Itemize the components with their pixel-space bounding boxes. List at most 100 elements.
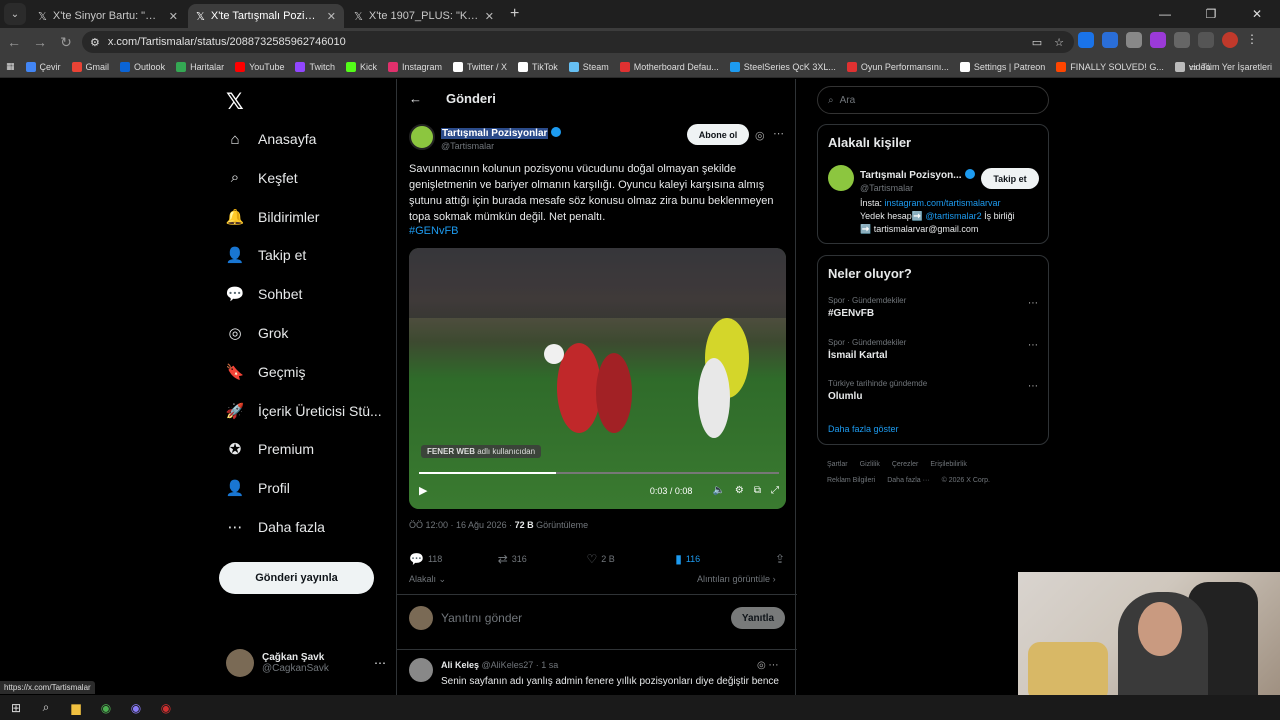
- hashtag-link[interactable]: #GENvFB: [409, 225, 459, 237]
- bookmark-item[interactable]: SteelSeries QcK 3XL...: [729, 61, 836, 72]
- back-arrow-icon[interactable]: ←: [409, 91, 422, 106]
- bookmark-item[interactable]: TikTok: [518, 61, 558, 72]
- extension-icon[interactable]: [1078, 32, 1094, 48]
- tab-search-icon[interactable]: ⌄: [4, 3, 26, 25]
- bookmark-item[interactable]: Motherboard Defau...: [619, 61, 719, 72]
- post-timestamp[interactable]: ÖÖ 12:00 · 16 Ağu 2026 ·: [409, 520, 515, 530]
- post-button[interactable]: Gönderi yayınla: [219, 562, 374, 594]
- chrome-icon[interactable]: ◉: [98, 700, 114, 716]
- repost-button[interactable]: ⇄ 316: [498, 552, 587, 566]
- trend-item[interactable]: Spor · Gündemdekiler #GENvFB ⋯: [828, 296, 1038, 319]
- bookmark-item[interactable]: Gmail: [71, 61, 109, 72]
- avatar[interactable]: [828, 165, 854, 191]
- bookmark-item[interactable]: Twitch: [295, 61, 335, 72]
- footer-link[interactable]: Şartlar: [827, 461, 848, 468]
- view-quotes-link[interactable]: Alıntıları görüntüle ›: [697, 574, 776, 584]
- search-input[interactable]: ⌕ Ara: [817, 86, 1049, 114]
- like-button[interactable]: ♡ 2 B: [586, 552, 675, 566]
- reply-submit-button[interactable]: Yanıtla: [731, 607, 785, 629]
- new-tab-icon[interactable]: +: [510, 5, 519, 23]
- show-more-link[interactable]: Daha fazla göster: [828, 424, 899, 434]
- bookmark-item[interactable]: Settings | Patreon: [959, 61, 1045, 72]
- video-progress-bar[interactable]: [419, 472, 779, 474]
- picture-in-picture-icon[interactable]: ⧉: [754, 485, 761, 496]
- comment-more-icon[interactable]: ◎ ⋯: [757, 660, 779, 671]
- more-icon[interactable]: ⋯: [773, 127, 784, 140]
- bookmark-item[interactable]: Twitter / X: [453, 61, 507, 72]
- author-handle[interactable]: @Tartismalar: [441, 141, 561, 151]
- fullscreen-icon[interactable]: ⤢: [771, 485, 779, 496]
- file-explorer-icon[interactable]: ▆: [68, 700, 84, 716]
- discord-icon[interactable]: ◉: [128, 700, 144, 716]
- play-icon[interactable]: ▶: [419, 484, 427, 497]
- bio-mention-link[interactable]: @tartismalar2: [925, 211, 981, 221]
- sidebar-item-0[interactable]: ⌂ Anasayfa: [226, 128, 316, 150]
- sidebar-item-4[interactable]: 💬 Sohbet: [226, 283, 303, 305]
- footer-link[interactable]: Erişilebilirlik: [930, 461, 967, 468]
- author-avatar[interactable]: [409, 124, 435, 150]
- minimize-icon[interactable]: —: [1142, 0, 1188, 28]
- sidebar-item-5[interactable]: ◎ Grok: [226, 322, 288, 344]
- person-name[interactable]: Tartışmalı Pozisyon...: [860, 170, 962, 181]
- bookmark-item[interactable]: Oyun Performansını...: [846, 61, 949, 72]
- browser-tab-3[interactable]: 𝕏 X'te 1907_PLUS: "Kahkahayı du ✕: [346, 4, 502, 28]
- close-tab-icon[interactable]: ✕: [327, 10, 336, 23]
- account-switcher[interactable]: Çağkan Şavk @CagkanSavk ⋯: [226, 649, 386, 677]
- trend-item[interactable]: Türkiye tarihinde gündemde Olumlu ⋯: [828, 379, 1038, 402]
- post-author[interactable]: Tartışmalı Pozisyonlar @Tartismalar: [409, 123, 562, 151]
- share-icon[interactable]: ⇪: [775, 552, 785, 566]
- comment-handle[interactable]: @AliKeles27 · 1 sa: [482, 660, 559, 670]
- bookmark-item[interactable]: Haritalar: [176, 61, 224, 72]
- trend-item[interactable]: Spor · Gündemdekiler İsmail Kartal ⋯: [828, 338, 1038, 361]
- close-window-icon[interactable]: ✕: [1234, 0, 1280, 28]
- bookmark-item[interactable]: Instagram: [388, 61, 442, 72]
- back-icon[interactable]: ←: [2, 30, 26, 54]
- bookmark-item[interactable]: Steam: [568, 61, 609, 72]
- sidebar-item-10[interactable]: ⋯ Daha fazla: [226, 516, 325, 538]
- sidebar-item-3[interactable]: 👤 Takip et: [226, 244, 307, 266]
- menu-kebab-icon[interactable]: ⋮: [1246, 32, 1262, 48]
- footer-link[interactable]: Daha fazla ···: [887, 477, 929, 484]
- restore-icon[interactable]: ❐: [1188, 0, 1234, 28]
- search-icon[interactable]: ⌕: [38, 700, 54, 716]
- footer-link[interactable]: Gizlilik: [860, 461, 880, 468]
- all-bookmarks-button[interactable]: ▭ Tüm Yer İşaretleri: [1189, 56, 1272, 78]
- extension-icon[interactable]: [1102, 32, 1118, 48]
- bookmark-item[interactable]: Kick: [345, 61, 377, 72]
- browser-tab-1[interactable]: 𝕏 X'te Sinyor Bartu: "Gençlerbirliği ✕: [30, 4, 186, 28]
- extension-icon[interactable]: [1126, 32, 1142, 48]
- avatar[interactable]: [409, 658, 433, 682]
- address-bar[interactable]: ⚙ x.com/Tartismalar/status/2088732585962…: [82, 31, 1074, 53]
- extensions-puzzle-icon[interactable]: [1174, 32, 1190, 48]
- more-icon[interactable]: ⋯: [1028, 340, 1038, 351]
- bio-link[interactable]: instagram.com/tartismalarvar: [885, 198, 1001, 208]
- author-name[interactable]: Tartışmalı Pozisyonlar: [441, 128, 549, 139]
- related-dropdown[interactable]: Alakalı ⌄: [409, 574, 446, 585]
- sidebar-item-7[interactable]: 🚀 İçerik Üreticisi Stü...: [226, 400, 382, 422]
- bookmark-item[interactable]: YouTube: [235, 61, 284, 72]
- sidebar-item-9[interactable]: 👤 Profil: [226, 477, 290, 499]
- footer-link[interactable]: Reklam Bilgileri: [827, 477, 875, 484]
- reload-icon[interactable]: ↻: [54, 30, 78, 54]
- bookmark-button[interactable]: ▮ 116: [675, 552, 764, 566]
- forward-icon[interactable]: →: [28, 30, 52, 54]
- windows-start-icon[interactable]: ⊞: [8, 700, 24, 716]
- bookmark-item[interactable]: Çevir: [25, 61, 61, 72]
- comment-author[interactable]: Ali Keleş: [441, 660, 479, 670]
- footer-link[interactable]: Çerezler: [892, 461, 918, 468]
- person-handle[interactable]: @Tartismalar: [860, 183, 975, 193]
- sidebar-item-6[interactable]: 🔖 Geçmiş: [226, 361, 306, 383]
- subscribe-button[interactable]: Abone ol: [687, 124, 749, 145]
- related-person[interactable]: Tartışmalı Pozisyon... @Tartismalar: [828, 165, 975, 193]
- reply-input[interactable]: Yanıtını gönder: [441, 611, 522, 625]
- reading-list-icon[interactable]: [1198, 32, 1214, 48]
- footer-link[interactable]: © 2026 X Corp.: [942, 477, 990, 484]
- close-tab-icon[interactable]: ✕: [485, 10, 494, 23]
- cast-icon[interactable]: ▭: [1032, 36, 1042, 49]
- follow-button[interactable]: Takip et: [981, 168, 1039, 189]
- browser-tab-2[interactable]: 𝕏 X'te Tartışmalı Pozisyonlar: "Sav ✕: [188, 4, 344, 28]
- extension-icon[interactable]: [1150, 32, 1166, 48]
- bookmark-item[interactable]: FINALLY SOLVED! G...: [1056, 61, 1164, 72]
- settings-gear-icon[interactable]: ⚙: [735, 485, 744, 496]
- more-icon[interactable]: ⋯: [1028, 381, 1038, 392]
